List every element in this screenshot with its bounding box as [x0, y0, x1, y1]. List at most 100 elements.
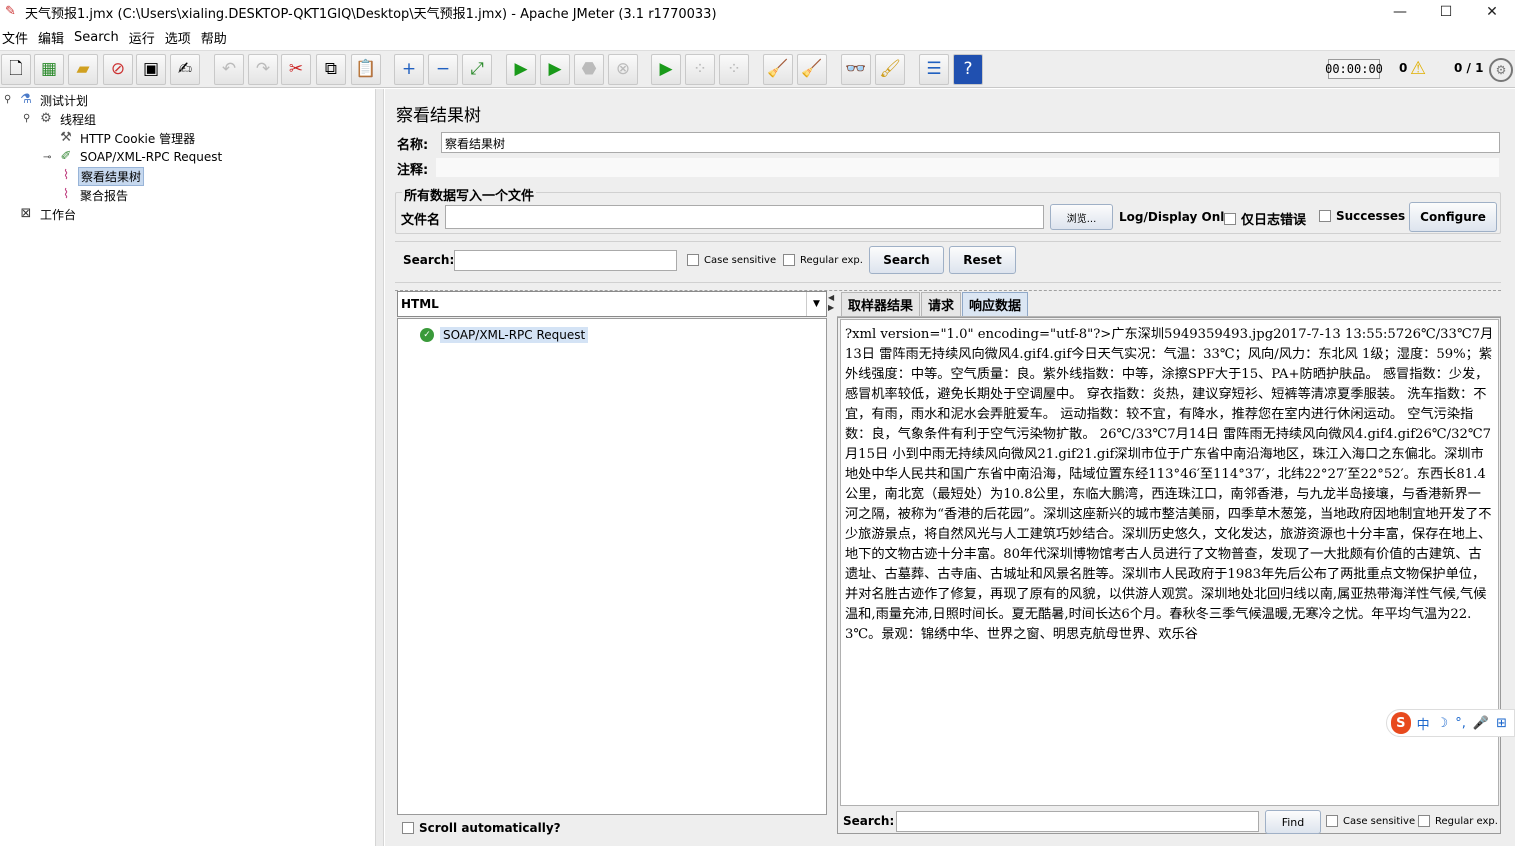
clear-all-icon[interactable]: 🧹: [797, 54, 827, 85]
start-no-pauses-icon[interactable]: ▶: [540, 54, 570, 85]
menu-help[interactable]: 帮助: [199, 28, 233, 47]
menu-edit[interactable]: 编辑: [36, 28, 70, 47]
case-sensitive-checkbox[interactable]: Case sensitive: [687, 254, 776, 266]
checkbox-box[interactable]: [783, 254, 795, 266]
collapse-toggle-icon[interactable]: ⚲: [23, 113, 30, 124]
close-file-icon[interactable]: ⊘: [103, 54, 133, 85]
templates-icon[interactable]: ▦: [34, 54, 64, 85]
function-helper-icon[interactable]: ☰: [919, 54, 949, 85]
new-icon[interactable]: 🗋: [1, 54, 31, 85]
checkbox-box[interactable]: [687, 254, 699, 266]
tree-node-test-plan[interactable]: ⚗ 测试计划: [17, 91, 90, 109]
scroll-automatically-checkbox[interactable]: Scroll automatically?: [402, 821, 561, 835]
save-icon[interactable]: ▣: [136, 54, 166, 85]
collapse-all-icon[interactable]: −: [428, 54, 458, 85]
configure-button[interactable]: Configure: [1409, 202, 1497, 232]
tab-sampler-result[interactable]: 取样器结果: [841, 292, 921, 316]
search-binoculars-icon[interactable]: 👓: [841, 54, 871, 85]
error-count: 0: [1399, 61, 1408, 75]
ime-mode-indicator[interactable]: 中: [1417, 714, 1430, 733]
stop-icon[interactable]: ⬣: [574, 54, 604, 85]
redo-icon[interactable]: ↷: [248, 54, 278, 85]
remote-shutdown-icon[interactable]: ⁘: [719, 54, 749, 85]
test-plan-tree: ⚲ ⚗ 测试计划 ⚲ ⚙ 线程组 ⚒ HTTP Cookie 管理器 ⊸ ✐ S…: [0, 89, 375, 846]
menu-file[interactable]: 文件: [0, 28, 34, 47]
tree-node-view-results-tree[interactable]: ⌇ 察看结果树: [57, 166, 145, 186]
tree-node-thread-group[interactable]: ⚙ 线程组: [37, 110, 98, 128]
successes-checkbox[interactable]: Successes: [1319, 209, 1405, 223]
regular-exp-label: Regular exp.: [800, 254, 863, 266]
ime-toolbar[interactable]: S 中 ☽ °, 🎤 ⊞: [1386, 709, 1515, 737]
tree-node-label: 工作台: [40, 207, 77, 222]
view-results-tree-panel: 察看结果树 名称: 察看结果树 注释: 所有数据写入一个文件 文件名 浏览...…: [385, 89, 1515, 846]
expand-toggle-icon[interactable]: ⊸: [43, 152, 51, 163]
help-icon[interactable]: ?: [953, 54, 983, 85]
filename-input[interactable]: [445, 205, 1044, 229]
tree-node-workbench[interactable]: ⊠ 工作台: [17, 205, 78, 223]
save-as-icon[interactable]: ✍: [170, 54, 200, 85]
copy-icon[interactable]: ⧉: [316, 54, 346, 85]
menu-search[interactable]: Search: [72, 30, 125, 45]
reset-search-icon[interactable]: 🖌: [875, 54, 905, 85]
menu-run[interactable]: 运行: [127, 28, 161, 47]
shutdown-icon[interactable]: ⊗: [608, 54, 638, 85]
errors-only-checkbox[interactable]: 仅日志错误: [1224, 209, 1306, 228]
panel-title: 察看结果树: [396, 106, 481, 126]
renderer-value: HTML: [401, 297, 439, 311]
cut-icon[interactable]: ✂: [281, 54, 311, 85]
collapse-toggle-icon[interactable]: ⚲: [4, 94, 11, 105]
tab-response-data[interactable]: 响应数据: [962, 292, 1029, 316]
jmeter-feather-icon: ✎: [5, 4, 16, 19]
remote-stop-icon[interactable]: ⁘: [685, 54, 715, 85]
menu-options[interactable]: 选项: [163, 28, 197, 47]
expand-all-icon[interactable]: +: [394, 54, 424, 85]
start-icon[interactable]: ▶: [506, 54, 536, 85]
file-output-legend: 所有数据写入一个文件: [402, 185, 537, 204]
arrow-left-icon[interactable]: ◀: [828, 293, 834, 302]
comment-field[interactable]: [435, 157, 1500, 178]
tree-node-cookie-manager[interactable]: ⚒ HTTP Cookie 管理器: [57, 129, 197, 147]
checkbox-box[interactable]: [1319, 210, 1331, 222]
arrow-right-icon[interactable]: ▶: [828, 303, 834, 312]
search-input[interactable]: [454, 250, 677, 271]
response-case-sensitive-checkbox[interactable]: Case sensitive: [1326, 815, 1415, 827]
wrench-icon: ⚒: [60, 130, 72, 145]
response-search-input[interactable]: [896, 811, 1259, 832]
punctuation-icon[interactable]: °,: [1455, 716, 1466, 731]
close-button[interactable]: ✕: [1469, 0, 1515, 24]
chevron-down-icon[interactable]: ▼: [806, 292, 826, 316]
name-field[interactable]: 察看结果树: [441, 132, 1500, 153]
clear-icon[interactable]: 🧹: [763, 54, 793, 85]
result-sample-item[interactable]: ✓ SOAP/XML-RPC Request: [404, 327, 589, 343]
open-folder-icon[interactable]: ▰: [68, 54, 98, 85]
find-button[interactable]: Find: [1265, 810, 1321, 834]
vertical-splitter[interactable]: ◀ ▶: [827, 291, 835, 836]
tree-node-aggregate-report[interactable]: ⌇ 聚合报告: [57, 186, 130, 204]
search-button[interactable]: Search: [869, 246, 944, 274]
minimize-button[interactable]: —: [1377, 0, 1423, 24]
checkbox-box[interactable]: [1418, 815, 1430, 827]
maximize-button[interactable]: ☐: [1423, 0, 1469, 24]
toggle-icon[interactable]: ⤢: [462, 54, 492, 85]
renderer-select[interactable]: HTML ▼: [397, 291, 827, 317]
tab-request[interactable]: 请求: [921, 292, 962, 316]
keyboard-icon[interactable]: ⊞: [1496, 716, 1507, 731]
checkbox-box[interactable]: [1326, 815, 1338, 827]
paste-icon[interactable]: 📋: [351, 54, 381, 85]
remote-start-icon[interactable]: ▶: [651, 54, 681, 85]
warning-icon[interactable]: ⚠: [1410, 58, 1426, 79]
moon-icon[interactable]: ☽: [1437, 716, 1449, 731]
browse-button[interactable]: 浏览...: [1050, 204, 1113, 230]
microphone-icon[interactable]: 🎤: [1473, 716, 1489, 731]
reset-button[interactable]: Reset: [949, 246, 1016, 274]
regular-exp-checkbox[interactable]: Regular exp.: [783, 254, 863, 266]
checkbox-box[interactable]: [1224, 212, 1236, 225]
checkbox-box[interactable]: [402, 822, 414, 834]
active-threads: 0 / 1: [1454, 61, 1484, 75]
pane-splitter[interactable]: [375, 89, 384, 846]
tree-node-soap-request[interactable]: ✐ SOAP/XML-RPC Request: [57, 148, 224, 166]
response-regular-exp-label: Regular exp.: [1435, 815, 1498, 827]
response-regular-exp-checkbox[interactable]: Regular exp.: [1418, 815, 1498, 827]
sogou-logo-icon: S: [1391, 712, 1411, 734]
undo-icon[interactable]: ↶: [214, 54, 244, 85]
